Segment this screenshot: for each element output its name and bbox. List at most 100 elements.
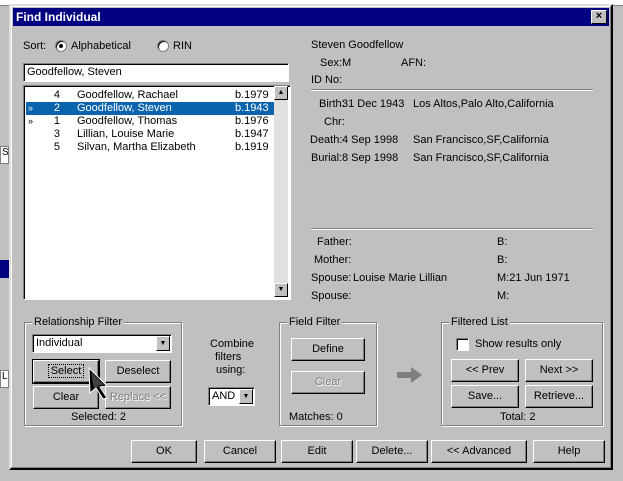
clear-field-filter-label: Clear [314, 376, 342, 388]
sort-alphabetical-radio[interactable] [55, 40, 67, 52]
relationship-dropdown-value: Individual [36, 337, 83, 349]
help-button[interactable]: Help [533, 440, 605, 463]
define-button-label: Define [312, 343, 344, 355]
list-item-name: Lillian, Louise Marie [77, 128, 175, 140]
help-button-label: Help [557, 445, 581, 457]
list-item-marker: » [28, 103, 34, 113]
clear-field-filter-button[interactable]: Clear [291, 371, 365, 394]
sort-rin-label[interactable]: RIN [173, 40, 192, 53]
list-item-number: 3 [53, 128, 60, 140]
list-item-number: 5 [53, 141, 60, 153]
spouse-label: Spouse: [311, 272, 352, 284]
edit-button[interactable]: Edit [281, 440, 353, 463]
combine-operator-dropdown[interactable]: AND ▼ [208, 387, 255, 406]
list-item-name: Goodfellow, Steven [77, 102, 172, 114]
ok-button-label: OK [156, 445, 172, 457]
list-item[interactable]: » 1 Goodfellow, Thomas b.1976 [26, 115, 275, 128]
list-item-birth: b.1979 [235, 89, 269, 101]
show-results-label[interactable]: Show results only [475, 338, 561, 351]
individual-name: Steven Goodfellow [311, 39, 404, 51]
prev-button-label: << Prev [465, 364, 505, 376]
total-count: Total: 2 [500, 411, 536, 423]
search-input[interactable]: Goodfellow, Steven [23, 63, 289, 82]
death-label: Death: [310, 134, 343, 146]
background-edge-label: L [0, 370, 9, 388]
find-individual-dialog: Find Individual × Sort: Alphabetical RIN… [9, 4, 613, 470]
background-edge-label: S [0, 146, 9, 164]
combine-label: using: [216, 364, 246, 376]
christening-label: Chr: [324, 116, 345, 128]
background-selection-edge [0, 260, 9, 278]
retrieve-button-label: Retrieve... [533, 390, 585, 402]
list-item-birth: b.1976 [235, 115, 269, 127]
close-button[interactable]: × [591, 10, 607, 24]
chevron-down-icon[interactable]: ▼ [156, 336, 170, 351]
edit-button-label: Edit [307, 445, 327, 457]
burial-place: San Francisco,SF,California [413, 152, 549, 164]
list-scrollbar[interactable]: ▲ ▼ [274, 86, 288, 297]
list-item[interactable]: 3 Lillian, Louise Marie b.1947 [26, 128, 275, 141]
advanced-button[interactable]: << Advanced [431, 440, 527, 463]
mother-birth-label: B: [497, 254, 508, 266]
clear-relationship-label: Clear [52, 391, 80, 403]
spouse-name: Louise Marie Lillian [353, 272, 448, 284]
define-button[interactable]: Define [291, 338, 365, 361]
individual-list-rows: 4 Goodfellow, Rachael b.1979 » 2 Goodfel… [26, 89, 275, 297]
right-arrow-icon [397, 367, 422, 383]
list-item-number: 2 [53, 102, 60, 114]
title-bar: Find Individual × [13, 8, 609, 26]
combine-label: Combine [210, 338, 255, 350]
burial-date: 8 Sep 1998 [342, 152, 399, 164]
selected-count: Selected: 2 [71, 411, 127, 423]
list-item-number: 1 [53, 115, 60, 127]
scroll-up-icon[interactable]: ▲ [274, 86, 288, 100]
death-date: 4 Sep 1998 [342, 134, 399, 146]
spouse-marriage: M:21 Jun 1971 [497, 272, 570, 284]
field-filter-legend: Field Filter [287, 316, 343, 328]
birth-place: Los Altos,Palo Alto,California [413, 98, 554, 110]
individual-list[interactable]: 4 Goodfellow, Rachael b.1979 » 2 Goodfel… [23, 85, 291, 300]
delete-button-label: Delete... [371, 445, 413, 457]
list-item-marker: » [28, 116, 34, 126]
list-item-selected[interactable]: » 2 Goodfellow, Steven b.1943 [26, 102, 275, 115]
advanced-button-label: << Advanced [446, 445, 512, 457]
father-birth-label: B: [497, 236, 508, 248]
list-item-number: 4 [53, 89, 60, 101]
details-separator [311, 89, 593, 91]
save-button[interactable]: Save... [451, 385, 519, 408]
replace-button-label: Replace << [109, 391, 167, 403]
relationship-filter-legend: Relationship Filter [32, 316, 125, 328]
id-label: ID No: [311, 74, 343, 86]
list-item[interactable]: 4 Goodfellow, Rachael b.1979 [26, 89, 275, 102]
sort-label: Sort: [23, 40, 47, 52]
mouse-cursor-icon [88, 366, 109, 400]
cancel-button[interactable]: Cancel [204, 440, 276, 463]
dialog-title: Find Individual [16, 10, 101, 24]
sex-label: Sex: [320, 57, 343, 69]
details-separator [311, 228, 593, 230]
spouse-marriage: M: [497, 290, 510, 302]
delete-button[interactable]: Delete... [356, 440, 428, 463]
scroll-down-icon[interactable]: ▼ [274, 283, 288, 297]
sort-alphabetical-label[interactable]: Alphabetical [71, 40, 131, 53]
list-item[interactable]: 5 Silvan, Martha Elizabeth b.1919 [26, 141, 275, 154]
combine-label: filters [215, 351, 242, 363]
next-button[interactable]: Next >> [525, 359, 593, 382]
ok-button[interactable]: OK [131, 440, 197, 463]
list-item-name: Silvan, Martha Elizabeth [77, 141, 196, 153]
birth-label: Birth: [319, 98, 345, 110]
sex-value: M [342, 57, 352, 69]
matches-count: Matches: 0 [289, 411, 343, 423]
radio-dot-icon [59, 44, 63, 48]
burial-label: Burial: [311, 152, 343, 164]
filtered-list-legend: Filtered List [449, 316, 510, 328]
retrieve-button[interactable]: Retrieve... [525, 385, 593, 408]
combine-operator-value: AND [212, 390, 236, 402]
show-results-checkbox[interactable] [456, 338, 469, 351]
chevron-down-icon[interactable]: ▼ [239, 389, 253, 404]
relationship-dropdown[interactable]: Individual ▼ [32, 334, 172, 353]
list-item-birth: b.1947 [235, 128, 269, 140]
prev-button[interactable]: << Prev [451, 359, 519, 382]
deselect-button-label: Deselect [116, 365, 160, 377]
sort-rin-radio[interactable] [157, 40, 169, 52]
